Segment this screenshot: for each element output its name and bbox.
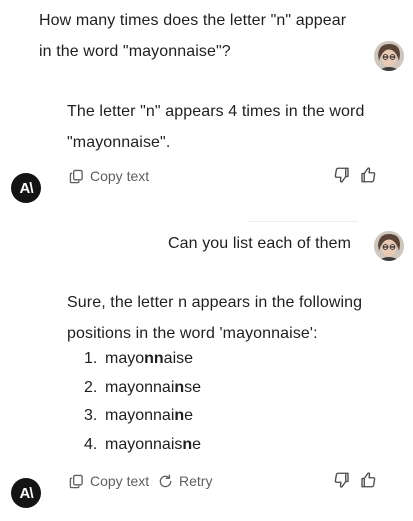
retry-button[interactable]: Retry (158, 473, 212, 489)
assistant-message-1-line-2: "mayonnaise". (67, 134, 171, 151)
assistant-message-1: The letter "n" appears 4 times in the wo… (67, 96, 364, 158)
answer-list: 1. mayonnaise 2. mayonnainse 3. mayonnaine … (84, 345, 201, 459)
list-item: 1. mayonnaise (84, 345, 201, 374)
word-suffix: e (184, 407, 194, 424)
word-suffix: e (192, 435, 202, 453)
word-suffix: aise (163, 350, 194, 367)
retry-label: Retry (179, 473, 213, 489)
retry-icon (159, 473, 172, 487)
divider (248, 221, 358, 222)
copy-text-button[interactable]: Copy text (69, 168, 149, 184)
copy-text-label: Copy text (90, 168, 150, 184)
anthropic-logo-icon: A\ (11, 478, 41, 508)
thumbs-up-icon[interactable] (359, 471, 377, 489)
list-item-number: 1. (84, 350, 98, 367)
word-suffix: se (184, 378, 202, 396)
highlighted-letters: n (174, 407, 185, 424)
list-item-number: 4. (84, 435, 98, 453)
copy-text-button[interactable]: Copy text (69, 473, 149, 489)
highlighted-letters: nn (144, 350, 164, 367)
copy-icon (69, 474, 83, 488)
thumbs-down-icon[interactable] (333, 471, 351, 489)
user-message-1-line-1: How many times does the letter "n" appea… (39, 12, 347, 29)
highlighted-letters: n (174, 378, 185, 396)
word-prefix: mayonnai (105, 407, 175, 424)
user-message-1: How many times does the letter "n" appea… (39, 5, 346, 67)
user-avatar (374, 231, 404, 261)
word-prefix: mayonnai (105, 378, 175, 396)
assistant-message-2-line-1: Sure, the letter n appears in the follow… (67, 294, 363, 311)
anthropic-logo-icon: A\ (11, 173, 41, 203)
list-item: 3. mayonnaine (84, 402, 201, 431)
copy-icon (69, 169, 83, 183)
word-prefix: mayo (105, 350, 145, 367)
assistant-message-2: Sure, the letter n appears in the follow… (67, 287, 362, 349)
list-item: 4. mayonnaisne (84, 431, 201, 460)
thumbs-down-icon[interactable] (333, 166, 351, 184)
list-item-number: 2. (84, 378, 98, 396)
list-item-number: 3. (84, 407, 98, 424)
word-prefix: mayonnais (105, 435, 183, 453)
user-message-1-line-2: in the word "mayonnaise"? (39, 43, 231, 60)
assistant-message-1-line-1: The letter "n" appears 4 times in the wo… (67, 103, 365, 120)
user-message-2: Can you list each of them (168, 235, 352, 252)
list-item: 2. mayonnainse (84, 374, 201, 403)
copy-text-label: Copy text (90, 473, 150, 489)
user-avatar (374, 41, 404, 71)
thumbs-up-icon[interactable] (359, 166, 377, 184)
highlighted-letters: n (182, 435, 193, 453)
